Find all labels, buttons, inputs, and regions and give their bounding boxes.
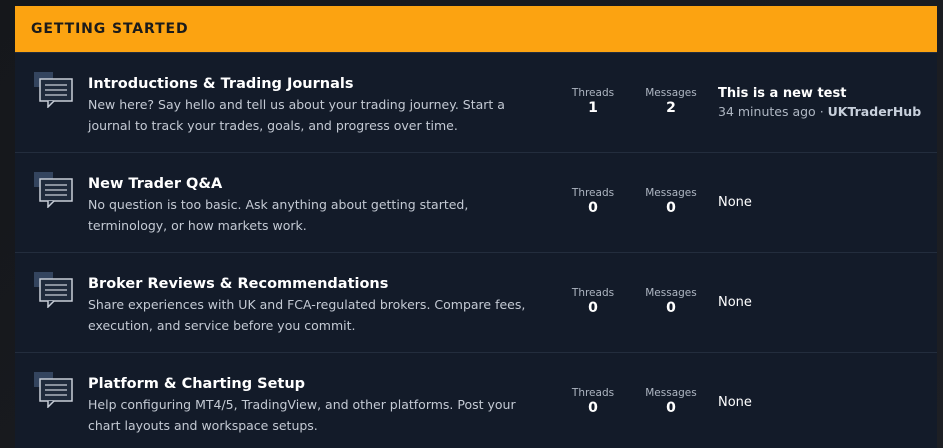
category-title[interactable]: GETTING STARTED bbox=[31, 21, 189, 37]
forum-description: New here? Say hello and tell us about yo… bbox=[88, 97, 505, 133]
last-post-none: None bbox=[718, 395, 752, 410]
forum-title-link[interactable]: Introductions & Trading Journals bbox=[88, 75, 548, 93]
messages-count: 2 bbox=[666, 100, 676, 116]
meta-separator: · bbox=[819, 104, 824, 119]
threads-label: Threads bbox=[571, 287, 615, 299]
threads-label: Threads bbox=[571, 187, 615, 199]
messages-label: Messages bbox=[645, 187, 697, 199]
threads-stat: Threads 0 bbox=[558, 387, 628, 417]
forum-description: No question is too basic. Ask anything a… bbox=[88, 197, 469, 233]
forum-row: Platform & Charting Setup Help configuri… bbox=[15, 352, 937, 448]
messages-count: 0 bbox=[666, 300, 676, 316]
category-header[interactable]: GETTING STARTED bbox=[15, 6, 937, 52]
forum-chat-icon bbox=[34, 372, 73, 408]
messages-count: 0 bbox=[666, 400, 676, 416]
messages-stat: Messages 2 bbox=[636, 87, 706, 117]
last-post: This is a new test 34 minutes ago · UKTr… bbox=[718, 85, 928, 121]
forum-row: Introductions & Trading Journals New her… bbox=[15, 52, 937, 152]
forum-description: Help configuring MT4/5, TradingView, and… bbox=[88, 397, 516, 433]
threads-stat: Threads 0 bbox=[558, 187, 628, 217]
last-post-user-link[interactable]: UKTraderHub bbox=[828, 104, 922, 119]
messages-count: 0 bbox=[666, 200, 676, 216]
forum-chat-icon bbox=[34, 172, 73, 208]
messages-stat: Messages 0 bbox=[636, 287, 706, 317]
threads-count: 0 bbox=[588, 400, 598, 416]
threads-count: 0 bbox=[588, 300, 598, 316]
threads-stat: Threads 0 bbox=[558, 287, 628, 317]
forum-title-link[interactable]: Platform & Charting Setup bbox=[88, 375, 548, 393]
threads-label: Threads bbox=[571, 87, 615, 99]
messages-label: Messages bbox=[645, 387, 697, 399]
last-post-none: None bbox=[718, 295, 752, 310]
last-post-title-link[interactable]: This is a new test bbox=[718, 85, 928, 103]
messages-label: Messages bbox=[645, 287, 697, 299]
messages-stat: Messages 0 bbox=[636, 187, 706, 217]
forum-title-link[interactable]: New Trader Q&A bbox=[88, 175, 548, 193]
forum-title-link[interactable]: Broker Reviews & Recommendations bbox=[88, 275, 548, 293]
last-post-meta: 34 minutes ago · UKTraderHub bbox=[718, 103, 928, 121]
forum-chat-icon bbox=[34, 72, 73, 108]
threads-count: 0 bbox=[588, 200, 598, 216]
threads-count: 1 bbox=[588, 100, 598, 116]
last-post-none: None bbox=[718, 195, 752, 210]
forum-page: GETTING STARTED Introductions & Trading … bbox=[0, 0, 943, 448]
last-post-time[interactable]: 34 minutes ago bbox=[718, 104, 816, 119]
forum-chat-icon bbox=[34, 272, 73, 308]
category-block: GETTING STARTED Introductions & Trading … bbox=[15, 6, 937, 448]
messages-stat: Messages 0 bbox=[636, 387, 706, 417]
messages-label: Messages bbox=[645, 87, 697, 99]
forum-row: Broker Reviews & Recommendations Share e… bbox=[15, 252, 937, 352]
forum-row: New Trader Q&A No question is too basic.… bbox=[15, 152, 937, 252]
threads-stat: Threads 1 bbox=[558, 87, 628, 117]
threads-label: Threads bbox=[571, 387, 615, 399]
forum-description: Share experiences with UK and FCA-regula… bbox=[88, 297, 526, 333]
